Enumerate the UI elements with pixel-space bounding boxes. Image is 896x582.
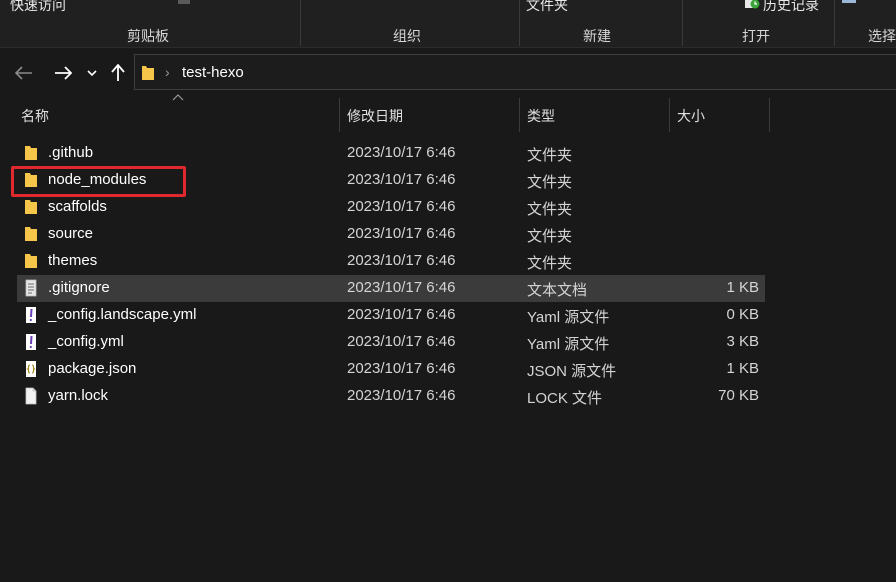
- column-headers: 名称 修改日期 类型 大小: [0, 94, 896, 132]
- file-type: 文件夹: [527, 255, 573, 272]
- blank-file-icon: [25, 387, 37, 405]
- yaml-file-icon: [26, 334, 36, 350]
- column-divider[interactable]: [669, 98, 670, 132]
- group-new: 新建: [583, 28, 611, 44]
- file-name: scaffolds: [48, 198, 107, 215]
- new-folder-button[interactable]: 文件夹: [526, 0, 568, 15]
- file-date: 2023/10/17 6:46: [347, 306, 456, 323]
- column-divider[interactable]: [339, 98, 340, 132]
- history-icon: [745, 0, 760, 9]
- file-date: 2023/10/17 6:46: [347, 360, 456, 377]
- file-size: 70 KB: [718, 387, 759, 404]
- file-type: 文件夹: [527, 174, 573, 191]
- file-name: _config.landscape.yml: [48, 306, 197, 323]
- address-bar[interactable]: › test-hexo: [134, 54, 896, 90]
- ribbon-divider: [834, 0, 835, 46]
- file-date: 2023/10/17 6:46: [347, 171, 456, 188]
- highlight-annotation: [11, 166, 186, 197]
- group-organize: 组织: [393, 28, 421, 44]
- file-type: Yaml 源文件: [527, 309, 610, 326]
- file-date: 2023/10/17 6:46: [347, 225, 456, 242]
- file-size: 3 KB: [726, 333, 759, 350]
- column-header-size[interactable]: 大小: [677, 106, 705, 126]
- column-divider[interactable]: [769, 98, 770, 132]
- file-name: _config.yml: [48, 333, 124, 350]
- arrow-right-icon: [55, 66, 72, 80]
- file-type: JSON 源文件: [527, 363, 617, 380]
- ribbon-divider: [519, 0, 520, 46]
- sort-ascending-icon: [172, 94, 184, 101]
- column-header-modified[interactable]: 修改日期: [347, 106, 403, 126]
- list-item[interactable]: .gitignore 2023/10/17 6:46 文本文档 1 KB: [17, 275, 765, 302]
- file-name: yarn.lock: [48, 387, 109, 404]
- quick-access-button[interactable]: 快速访问: [10, 0, 66, 15]
- file-name: themes: [48, 252, 98, 269]
- file-name: .github: [48, 144, 94, 161]
- ribbon-divider: [682, 0, 683, 46]
- folder-icon: [25, 146, 37, 160]
- breadcrumb-chevron-icon[interactable]: ›: [165, 64, 170, 80]
- list-item[interactable]: .github 2023/10/17 6:46 文件夹: [17, 140, 765, 167]
- breadcrumb-test-hexo[interactable]: test-hexo: [182, 64, 244, 81]
- ribbon: 快速访问 文件夹 历史记录 剪贴板 组织 新建 打开 选择: [0, 0, 896, 48]
- column-header-name[interactable]: 名称: [21, 106, 49, 126]
- file-date: 2023/10/17 6:46: [347, 279, 456, 296]
- list-item[interactable]: themes 2023/10/17 6:46 文件夹: [17, 248, 765, 275]
- select-icon-fragment: [842, 0, 856, 3]
- group-open: 打开: [742, 28, 770, 44]
- folder-icon: [142, 66, 154, 80]
- file-type: 文件夹: [527, 228, 573, 245]
- file-type: 文件夹: [527, 201, 573, 218]
- navigation-bar: › test-hexo: [0, 49, 896, 97]
- column-divider[interactable]: [519, 98, 520, 132]
- file-date: 2023/10/17 6:46: [347, 333, 456, 350]
- json-file-icon: [26, 361, 36, 377]
- group-clipboard: 剪贴板: [127, 28, 169, 44]
- list-item[interactable]: yarn.lock 2023/10/17 6:46 LOCK 文件 70 KB: [17, 383, 765, 410]
- file-date: 2023/10/17 6:46: [347, 387, 456, 404]
- list-item[interactable]: _config.landscape.yml 2023/10/17 6:46 Ya…: [17, 302, 765, 329]
- ribbon-icon-fragment: [178, 0, 190, 4]
- group-select: 选择: [868, 28, 896, 44]
- list-item[interactable]: _config.yml 2023/10/17 6:46 Yaml 源文件 3 K…: [17, 329, 765, 356]
- list-item[interactable]: package.json 2023/10/17 6:46 JSON 源文件 1 …: [17, 356, 765, 383]
- file-type: LOCK 文件: [527, 390, 603, 407]
- text-file-icon: [25, 279, 37, 297]
- file-name: .gitignore: [48, 279, 110, 296]
- file-name: package.json: [48, 360, 137, 377]
- up-button[interactable]: [108, 61, 128, 85]
- chevron-down-icon: [87, 70, 97, 77]
- file-date: 2023/10/17 6:46: [347, 252, 456, 269]
- file-size: 1 KB: [726, 279, 759, 296]
- file-type: 文件夹: [527, 147, 573, 164]
- file-type: 文本文档: [527, 282, 588, 299]
- recent-locations-button[interactable]: [85, 61, 99, 85]
- folder-icon: [25, 200, 37, 214]
- history-button[interactable]: 历史记录: [763, 0, 819, 15]
- list-item[interactable]: scaffolds 2023/10/17 6:46 文件夹: [17, 194, 765, 221]
- back-button[interactable]: [12, 61, 36, 85]
- file-type: Yaml 源文件: [527, 336, 610, 353]
- folder-icon: [25, 227, 37, 241]
- arrow-up-icon: [111, 64, 125, 81]
- column-header-type[interactable]: 类型: [527, 106, 555, 126]
- file-date: 2023/10/17 6:46: [347, 198, 456, 215]
- file-name: source: [48, 225, 94, 242]
- folder-icon: [25, 254, 37, 268]
- yaml-file-icon: [26, 307, 36, 323]
- ribbon-divider: [300, 0, 301, 46]
- file-date: 2023/10/17 6:46: [347, 144, 456, 161]
- arrow-left-icon: [15, 66, 32, 80]
- file-size: 0 KB: [726, 306, 759, 323]
- file-size: 1 KB: [726, 360, 759, 377]
- forward-button[interactable]: [52, 61, 74, 85]
- list-item[interactable]: source 2023/10/17 6:46 文件夹: [17, 221, 765, 248]
